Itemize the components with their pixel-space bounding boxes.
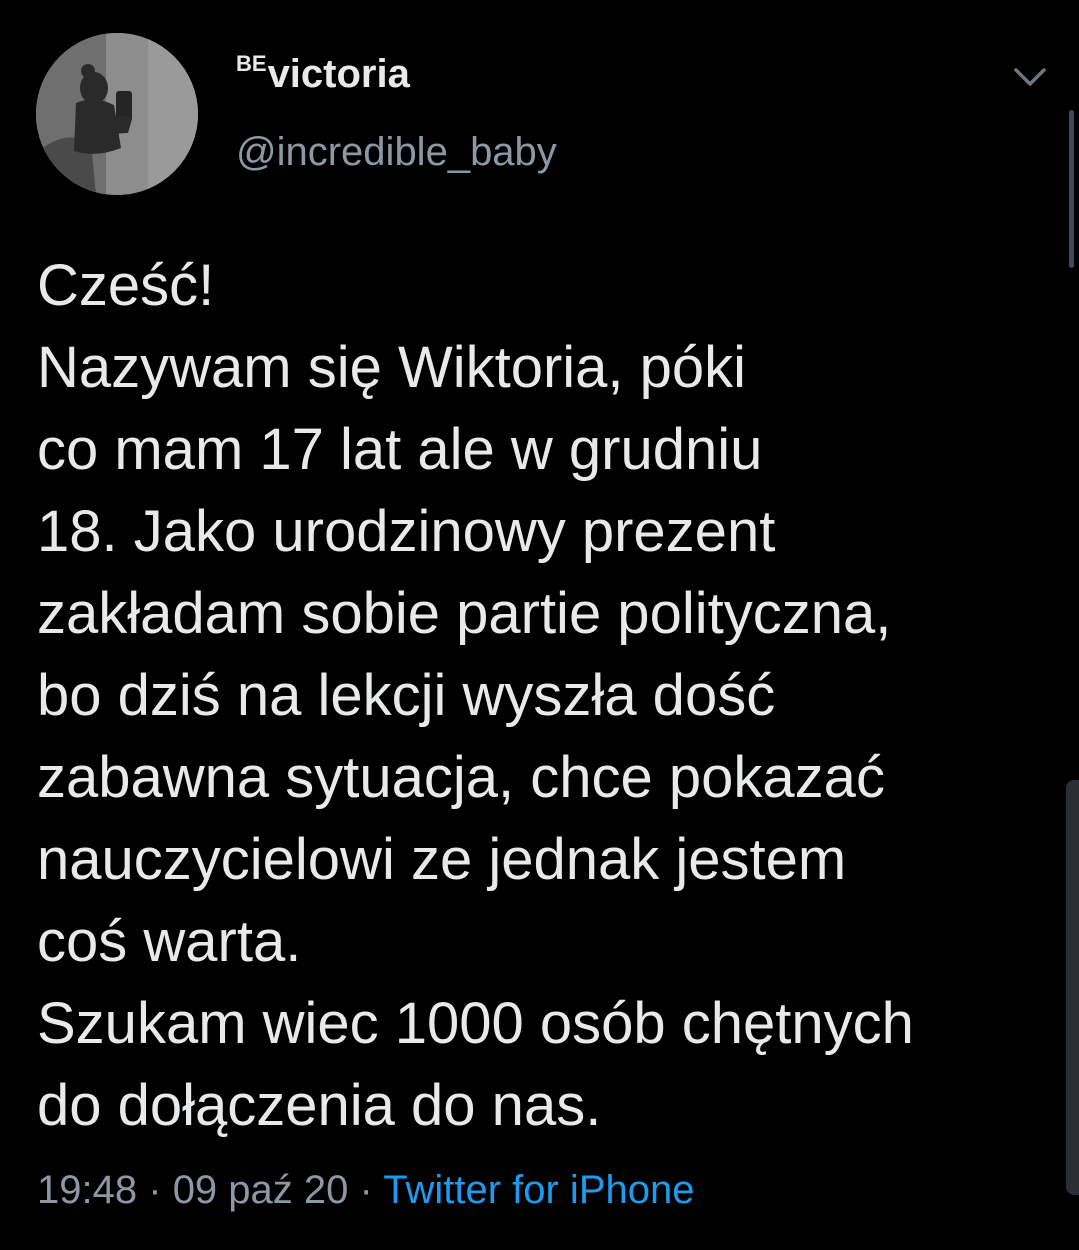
tweet-line: nauczycielowi ze jednak jestem xyxy=(37,827,847,892)
meta-separator: · xyxy=(359,1168,373,1212)
profile-silhouette-icon xyxy=(36,33,198,195)
meta-separator: · xyxy=(148,1168,162,1212)
tweet-line: Szukam wiec 1000 osób chętnych xyxy=(37,991,914,1056)
tweet-line: Nazywam się Wiktoria, póki xyxy=(37,335,747,400)
tweet-source-link[interactable]: Twitter for iPhone xyxy=(383,1168,694,1212)
scrollbar-thumb[interactable] xyxy=(1069,110,1074,268)
tweet-line: bo dziś na lekcji wyszła dość xyxy=(37,663,776,728)
tweet-text: Cześć! Nazywam się Wiktoria, póki co mam… xyxy=(37,245,1047,1147)
tweet-screen: BEvictoria @incredible_baby Cześć! Nazyw… xyxy=(0,0,1079,1250)
author-name-prefix: BE xyxy=(236,51,267,76)
tweet-date[interactable]: 09 paź 20 xyxy=(173,1168,349,1212)
author-name: victoria xyxy=(267,52,410,96)
author-handle[interactable]: @incredible_baby xyxy=(236,130,557,175)
scroll-handle[interactable] xyxy=(1066,780,1079,1195)
author-display-name[interactable]: BEvictoria xyxy=(236,51,410,97)
chevron-down-icon[interactable] xyxy=(1008,58,1052,98)
avatar[interactable] xyxy=(36,33,198,195)
tweet-line: 18. Jako urodzinowy prezent xyxy=(37,499,776,564)
tweet-line: coś warta. xyxy=(37,909,302,974)
tweet-line: co mam 17 lat ale w grudniu xyxy=(37,417,763,482)
tweet-line: zabawna sytuacja, chce pokazać xyxy=(37,745,885,810)
tweet-line: Cześć! xyxy=(37,253,215,318)
tweet-line: zakładam sobie partie polityczna, xyxy=(37,581,892,646)
tweet-time[interactable]: 19:48 xyxy=(37,1168,137,1212)
tweet-meta: 19:48 · 09 paź 20 · Twitter for iPhone xyxy=(37,1168,694,1213)
tweet-line: do dołączenia do nas. xyxy=(37,1073,602,1138)
